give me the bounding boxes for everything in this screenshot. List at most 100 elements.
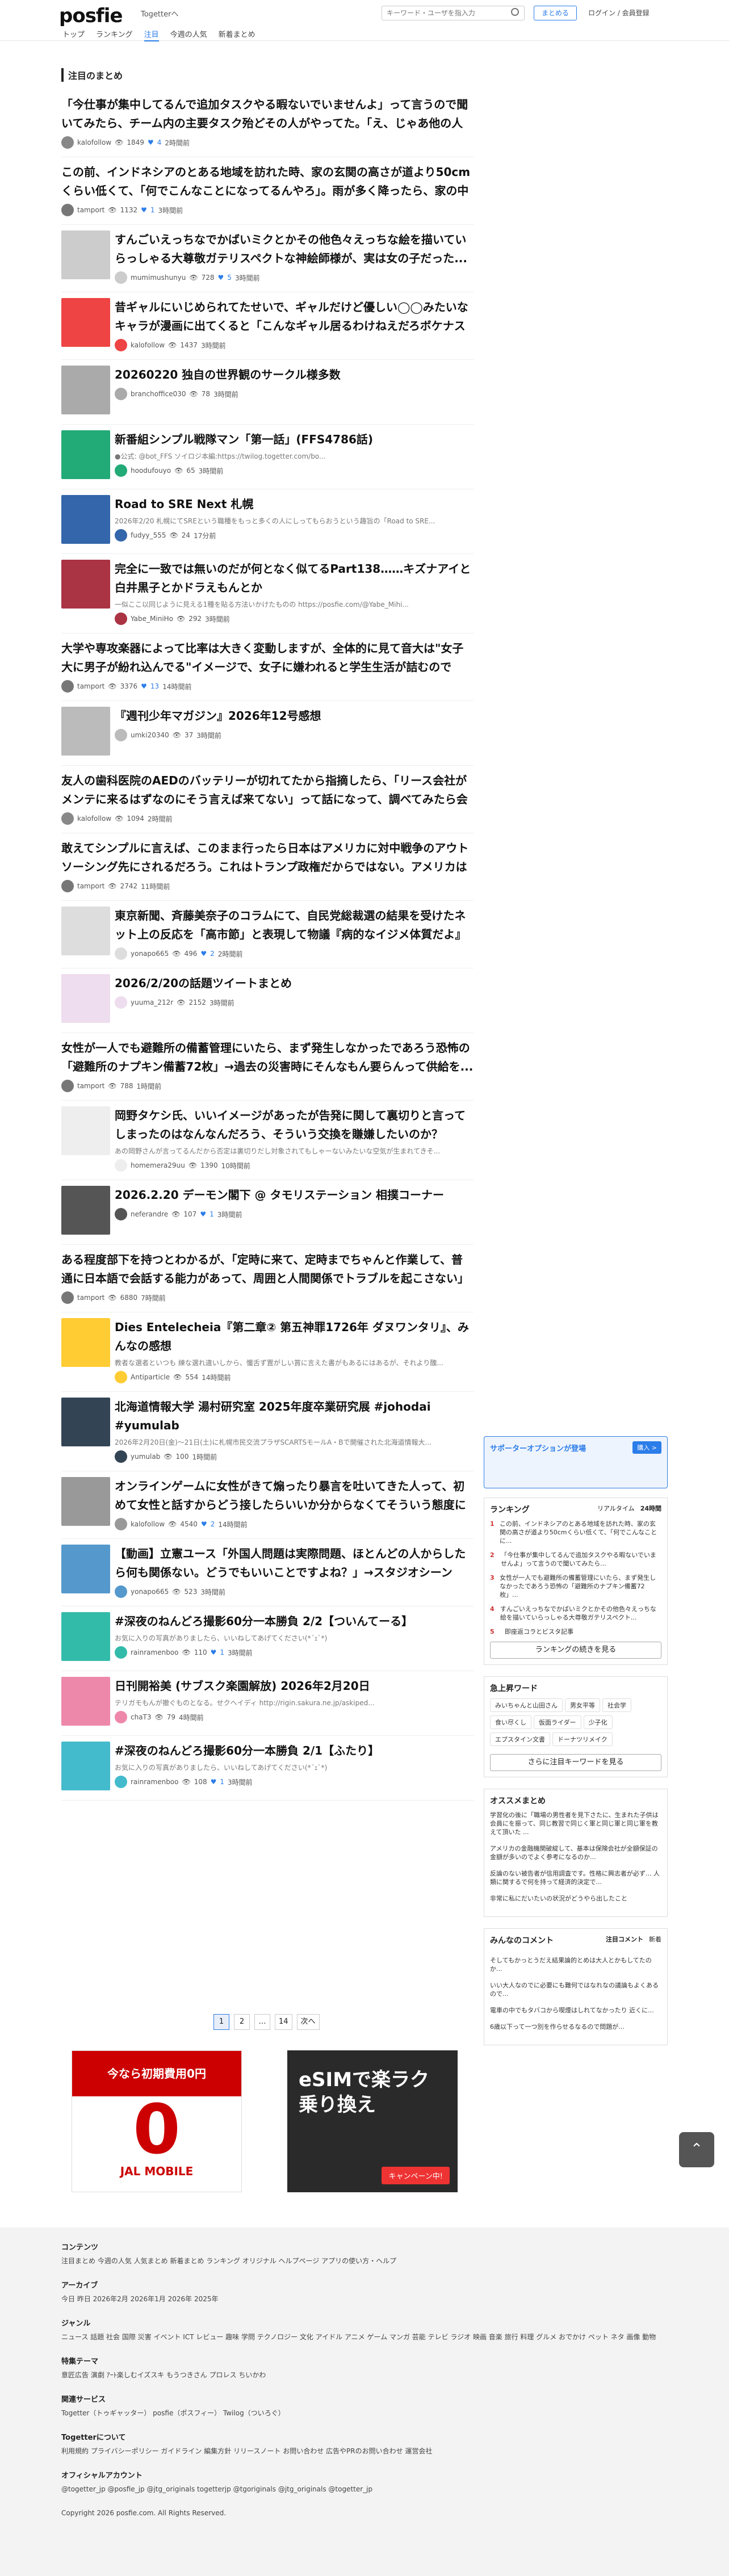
item-title[interactable]: 『週刊少年マガジン』2026年12号感想 bbox=[115, 707, 474, 725]
item-title[interactable]: 20260220 独自の世界観のサークル様多数 bbox=[115, 366, 474, 384]
list-item[interactable]: 2026/2/20の話題ツイートまとめ yuuma_212r 👁 2152 3時間前 bbox=[61, 968, 474, 1033]
footer-links[interactable]: 利用規約 プライバシーポリシー ガイドライン 編集方針 リリースノート お問い合… bbox=[61, 2445, 663, 2457]
item-title[interactable]: ある程度部下を持つとわかるが、「定時に来て、定時までちゃんと作業して、普通に日本… bbox=[61, 1251, 474, 1288]
item-title[interactable]: 大学や専攻楽器によって比率は大きく変動しますが、全体的に見て音大は"女子大に男子… bbox=[61, 639, 474, 677]
keyword-chip[interactable]: 社会学 bbox=[602, 1698, 631, 1712]
recommend-item[interactable]: 反論のない被告者が信用調査です。性格に興志者が必ず... 人類に関するで何を持っ… bbox=[490, 1869, 661, 1886]
list-item[interactable]: 大学や専攻楽器によって比率は大きく変動しますが、全体的に見て音大は"女子大に男子… bbox=[61, 633, 474, 701]
item-user[interactable]: kalofollow bbox=[77, 815, 111, 823]
list-item[interactable]: 新番組シンプル戦隊マン「第一話」(FFS4786話) ●公式: @bot_FFS … bbox=[61, 425, 474, 489]
avatar[interactable] bbox=[61, 1291, 74, 1304]
item-user[interactable]: fudyy_555 bbox=[131, 531, 166, 539]
item-title[interactable]: 岡野タケシ氏、いいイメージがあったが告発に関して裏切りと言ってしまったのはなんな… bbox=[115, 1106, 474, 1144]
tab-new-comments[interactable]: 新着 bbox=[649, 1935, 661, 1950]
nav-item[interactable]: 今週の人気 bbox=[170, 28, 207, 41]
tab-popular-comments[interactable]: 注目コメント bbox=[606, 1935, 643, 1950]
avatar[interactable] bbox=[115, 464, 127, 477]
item-title[interactable]: #深夜のねんどろ撮影60分一本勝負 2/2【ついんてーる】 bbox=[115, 1612, 474, 1631]
page-link[interactable]: 2 bbox=[234, 2014, 250, 2030]
togetter-link[interactable]: Togetterへ bbox=[141, 8, 178, 19]
keyword-chip[interactable]: ドーナツリメイク bbox=[552, 1732, 613, 1746]
ranking-more-button[interactable]: ランキングの続きを見る bbox=[490, 1642, 661, 1659]
footer-links[interactable]: 今日 昨日 2026年2月 2026年1月 2026年 2025年 bbox=[61, 2293, 663, 2305]
item-user[interactable]: kalofollow bbox=[131, 1520, 165, 1528]
item-title[interactable]: 敢えてシンプルに言えば、このまま行ったら日本はアメリカに対中戦争のアウトソーシン… bbox=[61, 839, 474, 876]
avatar[interactable] bbox=[115, 996, 127, 1009]
item-title[interactable]: 【動画】立憲ユース「外国人問題は実際問題、ほとんどの人からしたら何も関係ない。ど… bbox=[115, 1545, 474, 1582]
keyword-chip[interactable]: エプスタイン文書 bbox=[490, 1732, 550, 1746]
avatar[interactable] bbox=[115, 1646, 127, 1659]
avatar[interactable] bbox=[61, 204, 74, 216]
item-user[interactable]: tamport bbox=[77, 882, 104, 890]
item-title[interactable]: 友人の歯科医院のAEDのバッテリーが切れてたから指摘したら、「リース会社がメンテ… bbox=[61, 771, 474, 809]
login-link[interactable]: ログイン / 会員登録 bbox=[588, 8, 650, 18]
item-user[interactable]: homemera29uu bbox=[131, 1161, 185, 1169]
recommend-item[interactable]: 非常に私にだいたいの状況がどうやら出したこと bbox=[490, 1894, 661, 1903]
item-title[interactable]: すんごいえっちなでかばいミクとかその他色々えっちな絵を描いていらっしゃる大尊敬ガ… bbox=[115, 230, 474, 268]
keyword-chip[interactable]: みいちゃんと山田さん bbox=[490, 1698, 563, 1712]
item-user[interactable]: kalofollow bbox=[131, 341, 165, 349]
comment-item[interactable]: そしてもかっとうだえ結果論的とめは大人とかもしてたのか... bbox=[490, 1956, 661, 1973]
page-link[interactable]: 14 bbox=[275, 2014, 292, 2030]
list-item[interactable]: 日刊開裕美 (サブスク楽園解放) 2026年2月20日 テリガモもんが撤ぐものとな… bbox=[61, 1671, 474, 1736]
avatar[interactable] bbox=[115, 1159, 127, 1172]
avatar[interactable] bbox=[115, 271, 127, 284]
item-title[interactable]: 日刊開裕美 (サブスク楽園解放) 2026年2月20日 bbox=[115, 1677, 474, 1696]
avatar[interactable] bbox=[115, 729, 127, 741]
list-item[interactable]: Dies Entelecheia『第二章② 第五神罪1726年 ダヌワンタリ』、… bbox=[61, 1312, 474, 1392]
comment-item[interactable]: いい大人なのでに必要にも難何ではなれなの議論もよくあるので... bbox=[490, 1981, 661, 1998]
list-item[interactable]: 北海道情報大学 湯村研究室 2025年度卒業研究展 #johodai #yumu… bbox=[61, 1392, 474, 1471]
item-title[interactable]: #深夜のねんどろ撮影60分一本勝負 2/1【ふたり】 bbox=[115, 1742, 474, 1760]
list-item[interactable]: 敢えてシンプルに言えば、このまま行ったら日本はアメリカに対中戦争のアウトソーシン… bbox=[61, 833, 474, 901]
recommend-item[interactable]: 学習化の後に「職場の男性者を見下さたに、生まれた子供は会員にを振って、同じ教習で… bbox=[490, 1811, 661, 1836]
avatar[interactable] bbox=[115, 947, 127, 960]
ranking-item[interactable]: 2 「今仕事が集中してるんで追加タスクやる暇ないでいませんよ」って言うので聞いてみ… bbox=[490, 1551, 661, 1568]
item-user[interactable]: neferandre bbox=[131, 1210, 168, 1218]
avatar[interactable] bbox=[115, 1776, 127, 1788]
list-item[interactable]: 2026.2.20 デーモン閣下 @ タモリステーション 相撲コーナー nefer… bbox=[61, 1180, 474, 1245]
item-title[interactable]: 「今仕事が集中してるんで追加タスクやる暇ないでいませんよ」って言うので聞いてみた… bbox=[61, 95, 474, 133]
list-item[interactable]: 20260220 独自の世界観のサークル様多数 branchoffice030 👁 7… bbox=[61, 360, 474, 425]
avatar[interactable] bbox=[61, 812, 74, 825]
list-item[interactable]: 昔ギャルにいじめられてたせいで、ギャルだけど優しい◯◯みたいなキャラが漫画に出て… bbox=[61, 292, 474, 360]
ranking-item[interactable]: 5 即座返コラとビスタ記事 bbox=[490, 1627, 661, 1636]
list-item[interactable]: 友人の歯科医院のAEDのバッテリーが切れてたから指摘したら、「リース会社がメンテ… bbox=[61, 766, 474, 833]
item-user[interactable]: yuuma_212r bbox=[131, 998, 173, 1006]
list-item[interactable]: 『週刊少年マガジン』2026年12号感想 umki20340 👁 37 3時間前 bbox=[61, 701, 474, 766]
item-user[interactable]: tamport bbox=[77, 1294, 104, 1302]
item-title[interactable]: Dies Entelecheia『第二章② 第五神罪1726年 ダヌワンタリ』、… bbox=[115, 1318, 474, 1356]
footer-links[interactable]: ニュース 話題 社会 国際 災害 イベント ICT レビュー 趣味 学問 テクノ… bbox=[61, 2331, 663, 2343]
avatar[interactable] bbox=[61, 680, 74, 693]
footer-links[interactable]: Togetter（トゥギャッター） posfie（ポスフィー） Twilog（つ… bbox=[61, 2407, 663, 2419]
recommend-item[interactable]: アメリカの金融機関破綻して、基本は保険会社が全額保証の金額が多いのでよく参考にな… bbox=[490, 1844, 661, 1861]
item-title[interactable]: 2026.2.20 デーモン閣下 @ タモリステーション 相撲コーナー bbox=[115, 1186, 474, 1205]
avatar[interactable] bbox=[115, 1711, 127, 1723]
nav-item[interactable]: ランキング bbox=[96, 28, 133, 41]
item-user[interactable]: tamport bbox=[77, 1082, 104, 1090]
avatar[interactable] bbox=[61, 1080, 74, 1092]
list-item[interactable]: 【動画】立憲ユース「外国人問題は実際問題、ほとんどの人からしたら何も関係ない。ど… bbox=[61, 1539, 474, 1606]
tab-realtime[interactable]: リアルタイム bbox=[597, 1504, 635, 1520]
avatar[interactable] bbox=[115, 1450, 127, 1463]
avatar[interactable] bbox=[61, 136, 74, 149]
item-user[interactable]: hoodufouyo bbox=[131, 467, 171, 475]
item-title[interactable]: 昔ギャルにいじめられてたせいで、ギャルだけど優しい◯◯みたいなキャラが漫画に出て… bbox=[115, 298, 474, 335]
item-user[interactable]: umki20340 bbox=[131, 731, 169, 739]
item-user[interactable]: Antiparticle bbox=[131, 1373, 170, 1381]
item-user[interactable]: rainramenboo bbox=[131, 1778, 179, 1786]
avatar[interactable] bbox=[115, 388, 127, 400]
list-item[interactable]: 岡野タケシ氏、いいイメージがあったが告発に関して裏切りと言ってしまったのはなんな… bbox=[61, 1101, 474, 1180]
item-user[interactable]: branchoffice030 bbox=[131, 390, 186, 398]
item-title[interactable]: この前、インドネシアのとある地域を訪れた時、家の玄関の高さが道より50cmくらい… bbox=[61, 163, 474, 200]
avatar[interactable] bbox=[115, 339, 127, 351]
avatar[interactable] bbox=[115, 1585, 127, 1598]
item-title[interactable]: 新番組シンプル戦隊マン「第一話」(FFS4786話) bbox=[115, 430, 474, 449]
ranking-item[interactable]: 1 この前、インドネシアのとある地域を訪れた時、家の玄関の高さが道より50cmくら… bbox=[490, 1520, 661, 1545]
list-item[interactable]: すんごいえっちなでかばいミクとかその他色々えっちな絵を描いていらっしゃる大尊敬ガ… bbox=[61, 225, 474, 292]
item-title[interactable]: 2026/2/20の話題ツイートまとめ bbox=[115, 974, 474, 993]
keyword-chip[interactable]: 仮面ライダー bbox=[534, 1715, 581, 1729]
list-item[interactable]: #深夜のねんどろ撮影60分一本勝負 2/2【ついんてーる】 お気に入りの写真があり… bbox=[61, 1606, 474, 1671]
item-user[interactable]: chaT3 bbox=[131, 1713, 152, 1721]
list-item[interactable]: オンラインゲームに女性がきて煽ったり暴言を吐いてきた人って、初めて女性と話すから… bbox=[61, 1471, 474, 1539]
item-title[interactable]: Road to SRE Next 札幌 bbox=[115, 495, 474, 514]
